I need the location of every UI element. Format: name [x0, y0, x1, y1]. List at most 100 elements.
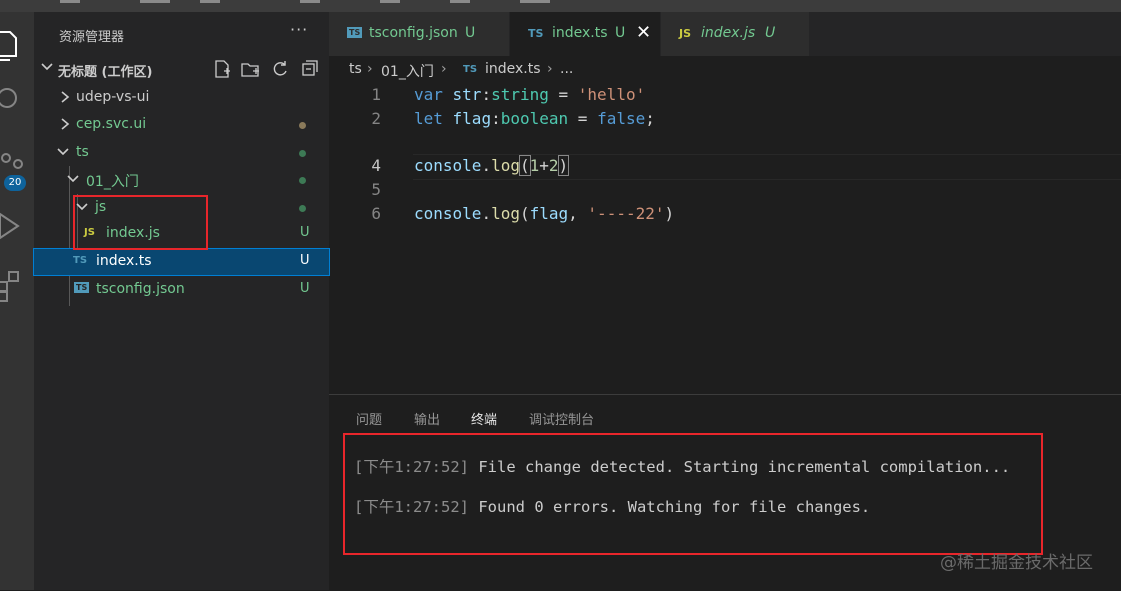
code-editor[interactable]: 1 2 4 5 6 var str:string = 'hello' let f…: [329, 84, 1121, 394]
new-file-icon[interactable]: [212, 59, 232, 79]
menu-item-sliver[interactable]: [60, 0, 80, 3]
watermark: @稀土掘金技术社区: [940, 553, 1093, 573]
tree-folder-ts[interactable]: ts: [34, 140, 329, 166]
code-line: let flag:boolean = false;: [414, 109, 655, 128]
workspace-header[interactable]: 无标题 (工作区): [34, 58, 329, 80]
tree-label: cep.svc.ui: [76, 116, 147, 132]
tab-tsconfig[interactable]: TS tsconfig.json U: [329, 12, 510, 56]
breadcrumb-item[interactable]: ...: [560, 61, 573, 77]
extensions-icon[interactable]: [0, 262, 34, 306]
code-token: .: [481, 204, 492, 223]
breadcrumb-separator: ›: [547, 61, 553, 77]
menu-item-sliver[interactable]: [520, 0, 550, 3]
menu-item-sliver[interactable]: [200, 0, 220, 3]
chevron-down-icon: [67, 175, 79, 183]
modified-dot: [299, 122, 306, 129]
collapse-all-icon[interactable]: [300, 59, 320, 79]
tree-folder-01-intro[interactable]: 01_入门: [34, 167, 329, 193]
ts-config-icon: TS: [347, 27, 363, 38]
tab-status: U: [765, 25, 776, 41]
menu-item-sliver[interactable]: [140, 0, 170, 3]
new-folder-icon[interactable]: [240, 59, 260, 79]
code-token: flag: [442, 109, 492, 128]
code-token: boolean: [500, 109, 569, 128]
code-token: console: [414, 204, 482, 223]
ts-file-icon: TS: [463, 64, 478, 75]
code-token: =: [568, 109, 598, 128]
chevron-right-icon: [61, 118, 70, 130]
highlight-box: [343, 433, 1043, 555]
code-token: :: [481, 85, 492, 104]
run-debug-icon[interactable]: [0, 204, 34, 248]
explorer-title: 资源管理器: [59, 30, 125, 45]
code-token: 2: [548, 156, 559, 175]
menu-bar: [0, 0, 1121, 12]
tree-file-tsconfig[interactable]: TS tsconfig.json U: [34, 277, 329, 303]
code-token: ;: [645, 109, 655, 128]
tab-debug-console[interactable]: 调试控制台: [529, 409, 594, 428]
tree-label: ts: [76, 144, 89, 160]
tab-terminal[interactable]: 终端: [471, 409, 497, 428]
code-token: (: [519, 155, 531, 176]
untracked-badge: U: [300, 225, 310, 240]
editor-tab-bar: TS tsconfig.json U TS index.ts U ✕ JS in…: [329, 12, 1121, 56]
code-token: (: [519, 204, 530, 223]
code-token: =: [548, 85, 578, 104]
code-token: log: [491, 156, 520, 175]
breadcrumb-separator: ›: [441, 61, 447, 77]
breadcrumb-item[interactable]: index.ts: [485, 61, 541, 77]
line-number: 2: [371, 109, 381, 128]
explorer-icon[interactable]: [0, 22, 34, 66]
code-token: ): [557, 155, 570, 176]
tab-index-ts[interactable]: TS index.ts U ✕: [510, 12, 661, 56]
tab-status: U: [615, 25, 626, 41]
refresh-icon[interactable]: [270, 59, 290, 79]
line-number: 1: [371, 85, 381, 104]
code-token: .: [481, 156, 492, 175]
line-number: 6: [371, 204, 381, 223]
tab-label: tsconfig.json: [369, 25, 458, 41]
breadcrumb-item[interactable]: ts: [349, 61, 362, 77]
menu-item-sliver[interactable]: [300, 0, 320, 3]
menu-item-sliver[interactable]: [450, 0, 470, 3]
breadcrumb-item[interactable]: 01_入门: [381, 61, 434, 81]
code-token: '----22': [587, 204, 665, 223]
code-token: var: [414, 85, 443, 104]
code-token: false: [597, 109, 646, 128]
menu-item-sliver[interactable]: [380, 0, 400, 3]
code-token: 1: [529, 156, 540, 175]
code-token: flag: [529, 204, 569, 223]
tab-index-js[interactable]: JS index.js U: [661, 12, 810, 56]
code-token: 'hello': [577, 85, 646, 104]
tree-file-index-ts[interactable]: TS index.ts U: [33, 248, 330, 276]
chevron-down-icon: [41, 63, 53, 71]
breadcrumb: ts › 01_入门 › TS index.ts › ...: [329, 56, 1121, 84]
code-line: console.log(flag, '----22'): [414, 204, 674, 223]
code-token: ): [664, 204, 675, 223]
activity-bar: 20: [0, 12, 34, 590]
untracked-dot: [299, 177, 306, 184]
code-token: str: [442, 85, 482, 104]
ts-config-icon: TS: [74, 282, 90, 293]
untracked-dot: [299, 205, 306, 212]
tree-label: index.ts: [96, 253, 152, 269]
tab-output[interactable]: 输出: [414, 409, 440, 428]
close-icon[interactable]: ✕: [636, 22, 651, 43]
tree-folder-cep-svc-ui[interactable]: cep.svc.ui: [34, 112, 329, 138]
tab-problems[interactable]: 问题: [356, 409, 382, 428]
code-token: :: [491, 109, 501, 128]
search-icon[interactable]: [0, 78, 34, 122]
tab-label: index.ts: [552, 25, 608, 41]
js-file-icon: JS: [679, 27, 692, 40]
tree-label: 01_入门: [86, 174, 139, 190]
code-token: string: [491, 85, 549, 104]
tree-label: udep-vs-ui: [76, 89, 150, 105]
ts-file-icon: TS: [73, 255, 88, 266]
untracked-badge: U: [300, 281, 310, 296]
explorer-sidebar: 资源管理器 ··· 无标题 (工作区) udep-vs-ui cep.svc.u…: [33, 12, 330, 590]
tree-label: tsconfig.json: [96, 281, 185, 297]
tree-folder-udep-vs-ui[interactable]: udep-vs-ui: [34, 85, 329, 111]
more-actions-icon[interactable]: ···: [290, 20, 308, 39]
code-line: var str:string = 'hello': [414, 85, 645, 104]
tab-status: U: [465, 25, 476, 41]
